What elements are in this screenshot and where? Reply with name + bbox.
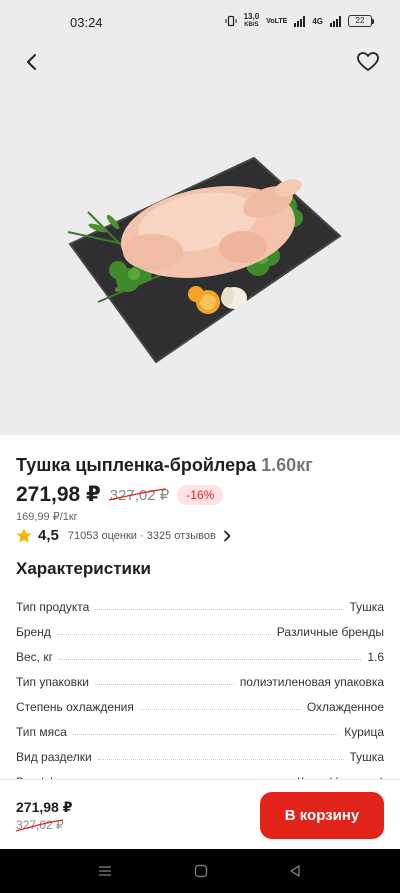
spec-row: Бренд Различные бренды [16,614,384,639]
nav-back-button[interactable] [286,862,304,880]
rating-meta: 71053 оценки · 3325 отзывов [67,529,216,542]
spec-value: 1.6 [367,650,384,664]
nav-home-button[interactable] [192,862,210,880]
spec-row: Тип продукта Тушка [16,589,384,614]
spec-value: Различные бренды [276,625,384,639]
spec-key: Тип мяса [16,725,67,739]
back-button[interactable] [16,46,48,78]
spec-row: Тип мяса Курица [16,714,384,739]
specs-title: Характеристики [16,559,151,578]
spec-key: Степень охлаждения [16,700,134,714]
signal-icon-2 [330,15,341,27]
old-price: 327,02 ₽ [108,486,169,504]
spec-value: Охлажденное [306,700,384,714]
status-icons: 13,0 KB/S VoLTE 4G 22 [225,13,374,29]
spec-row: Вес, кг 1.6 [16,639,384,664]
product-info: Тушка цыпленка-бройлера 1.60кг 271,98 ₽ … [0,435,400,789]
spec-row: Вид разделки Тушка [16,739,384,764]
strike-through [15,819,64,832]
spec-row: Тип упаковки полиэтиленовая упаковка [16,664,384,689]
product-name: Тушка цыпленка-бройлера [16,455,257,475]
back-triangle-icon [290,865,300,877]
net-speed-value: 13,0 [243,12,260,21]
add-to-cart-button[interactable]: В корзину [260,792,384,839]
menu-icon [99,866,111,876]
chevron-right-icon [223,530,231,541]
product-hero [0,44,400,435]
chevron-left-icon [27,54,36,70]
spec-key: Бренд [16,625,51,639]
favorite-button[interactable] [352,46,384,78]
star-icon [16,528,32,543]
battery-level: 22 [348,15,372,27]
system-nav-bar [0,849,400,893]
signal-icon [294,15,306,27]
spec-key: Тип продукта [16,600,90,614]
vibrate-icon [225,15,237,27]
bottom-price: 271,98 ₽ [16,799,73,815]
spec-key: Тип упаковки [16,675,89,689]
spec-key: Вид разделки [16,750,92,764]
current-price: 271,98 ₽ [16,483,101,506]
spec-value: Тушка [349,600,384,614]
discount-badge: -16% [177,484,224,505]
strike-through [108,487,166,501]
nav-menu-button[interactable] [96,862,114,880]
spec-value: Тушка [349,750,384,764]
spec-value: полиэтиленовая упаковка [239,675,384,689]
product-title: Тушка цыпленка-бройлера 1.60кг [16,455,313,476]
bottom-old-price: 327,02 ₽ [15,818,64,832]
product-weight: 1.60кг [261,455,313,475]
volte-indicator: VoLTE [266,17,288,25]
product-image [67,156,342,364]
home-square-icon [194,864,208,878]
net-speed-unit: KB/S [244,22,259,28]
rating-value: 4,5 [38,527,59,544]
spec-value: Курица [344,725,384,739]
spec-key: Вес, кг [16,650,53,664]
unit-price: 169,99 ₽/1кг [16,511,78,523]
specs-list: Тип продукта Тушка Бренд Различные бренд… [16,589,384,789]
heart-outline-icon [357,52,379,71]
bottom-action-bar: 271,98 ₽ 327,02 ₽ В корзину [0,779,400,849]
net-speed: 13,0 KB/S [244,13,260,29]
status-bar: 03:24 13,0 KB/S VoLTE 4G 22 [0,0,400,44]
battery-icon: 22 [348,15,374,27]
network-type: 4G [312,16,323,26]
price-row: 271,98 ₽ 327,02 ₽ -16% [16,482,224,507]
status-time: 03:24 [70,15,103,30]
spec-row: Степень охлаждения Охлажденное [16,689,384,714]
rating-row[interactable]: 4,5 71053 оценки · 3325 отзывов [16,527,232,544]
